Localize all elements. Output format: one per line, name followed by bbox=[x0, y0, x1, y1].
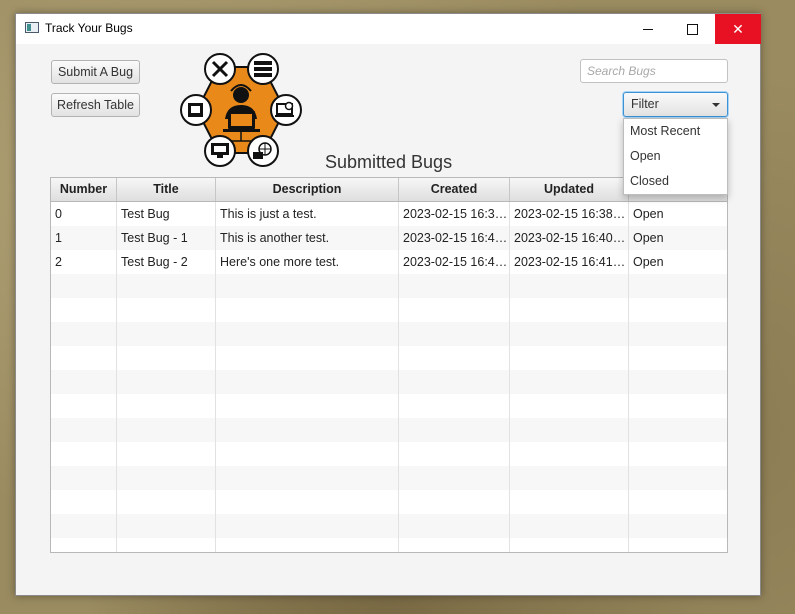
cell-number: 2 bbox=[51, 250, 117, 274]
refresh-table-button[interactable]: Refresh Table bbox=[51, 93, 140, 117]
table-row[interactable]: 0 Test Bug This is just a test. 2023-02-… bbox=[51, 202, 727, 226]
empty-row bbox=[51, 322, 727, 346]
column-header-created[interactable]: Created bbox=[399, 178, 510, 201]
cell-number: 1 bbox=[51, 226, 117, 250]
filter-option-closed[interactable]: Closed bbox=[624, 169, 727, 194]
filter-option-most-recent[interactable]: Most Recent bbox=[624, 119, 727, 144]
cell-status: Open bbox=[633, 231, 664, 245]
cell-title: Test Bug - 2 bbox=[117, 250, 216, 274]
cell-updated: 2023-02-15 16:40:5... bbox=[510, 226, 629, 250]
empty-row bbox=[51, 346, 727, 370]
app-window: Track Your Bugs ✕ Submit A Bug Refresh T… bbox=[15, 13, 761, 596]
column-header-title[interactable]: Title bbox=[117, 178, 216, 201]
close-button[interactable]: ✕ bbox=[715, 14, 761, 44]
cell-status: Open bbox=[633, 255, 664, 269]
table-row[interactable]: 1 Test Bug - 1 This is another test. 202… bbox=[51, 226, 727, 250]
empty-row bbox=[51, 370, 727, 394]
cell-updated: 2023-02-15 16:38:2... bbox=[510, 202, 629, 226]
window-title: Track Your Bugs bbox=[45, 21, 133, 35]
close-icon: ✕ bbox=[732, 20, 744, 37]
empty-row bbox=[51, 490, 727, 514]
minimize-icon bbox=[642, 28, 653, 30]
empty-row bbox=[51, 442, 727, 466]
maximize-icon bbox=[687, 23, 698, 35]
page-title: Submitted Bugs bbox=[325, 152, 453, 172]
filter-dropdown: Most Recent Open Closed bbox=[623, 118, 728, 195]
app-icon bbox=[25, 22, 39, 33]
filter-option-open[interactable]: Open bbox=[624, 144, 727, 169]
submit-bug-button[interactable]: Submit A Bug bbox=[51, 60, 140, 84]
cell-description: This is another test. bbox=[216, 226, 399, 250]
empty-row bbox=[51, 394, 727, 418]
main-content: Submit A Bug Refresh Table Submitted Bug… bbox=[16, 44, 760, 597]
empty-row bbox=[51, 538, 727, 552]
cell-created: 2023-02-15 16:40... bbox=[399, 226, 510, 250]
minimize-button[interactable] bbox=[625, 14, 670, 44]
chevron-down-icon bbox=[712, 103, 720, 107]
cell-title: Test Bug bbox=[117, 202, 216, 226]
cell-description: Here's one more test. bbox=[216, 250, 399, 274]
bugs-table: Number Title Description Created Updated… bbox=[50, 177, 728, 553]
maximize-button[interactable] bbox=[670, 14, 715, 44]
cell-title: Test Bug - 1 bbox=[117, 226, 216, 250]
column-header-updated[interactable]: Updated bbox=[510, 178, 629, 201]
empty-row bbox=[51, 274, 727, 298]
filter-selected-value: Filter bbox=[631, 97, 659, 111]
title-bar[interactable]: Track Your Bugs ✕ bbox=[16, 14, 761, 44]
developer-network-logo bbox=[180, 53, 302, 167]
search-input[interactable] bbox=[580, 59, 728, 83]
table-body: 0 Test Bug This is just a test. 2023-02-… bbox=[51, 202, 727, 552]
empty-row bbox=[51, 298, 727, 322]
cell-created: 2023-02-15 16:41... bbox=[399, 250, 510, 274]
filter-combobox[interactable]: Filter bbox=[623, 92, 728, 117]
table-row[interactable]: 2 Test Bug - 2 Here's one more test. 202… bbox=[51, 250, 727, 274]
empty-row bbox=[51, 514, 727, 538]
cell-status: Open bbox=[633, 207, 664, 221]
cell-number: 0 bbox=[51, 202, 117, 226]
column-header-number[interactable]: Number bbox=[51, 178, 117, 201]
cell-created: 2023-02-15 16:38... bbox=[399, 202, 510, 226]
cell-updated: 2023-02-15 16:41:3... bbox=[510, 250, 629, 274]
column-header-description[interactable]: Description bbox=[216, 178, 399, 201]
empty-row bbox=[51, 418, 727, 442]
empty-row bbox=[51, 466, 727, 490]
cell-description: This is just a test. bbox=[216, 202, 399, 226]
